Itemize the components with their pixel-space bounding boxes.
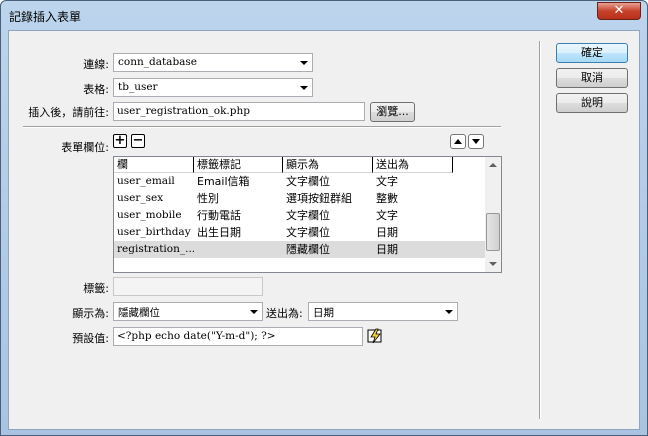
title-bar[interactable]: 記錄插入表單 ✕ — [1, 1, 647, 29]
cell-label: 出生日期 — [197, 226, 241, 239]
list-item[interactable]: user_birthday 出生日期 文字欄位 日期 — [114, 224, 486, 241]
add-field-button[interactable]: + — [113, 134, 127, 148]
list-item[interactable]: user_sex 性別 選項按鈕群組 整數 — [114, 190, 486, 207]
cell-column: registration_... — [117, 243, 194, 255]
connection-label: 連線: — [83, 58, 109, 71]
ok-button[interactable]: 確定 — [556, 43, 628, 63]
list-item-selected[interactable]: registration_... 隱藏欄位 日期 — [114, 241, 486, 258]
list-item[interactable]: user_mobile 行動電話 文字欄位 文字 — [114, 207, 486, 224]
separator — [23, 126, 501, 128]
window-title: 記錄插入表單 — [9, 10, 82, 24]
label-field-label: 標籤: — [83, 282, 109, 295]
default-value-input[interactable]: <?php echo date("Y-m-d"); ?> — [113, 327, 363, 346]
cell-submit: 文字 — [376, 209, 398, 222]
minus-icon: − — [132, 133, 144, 148]
scroll-down-icon[interactable] — [489, 262, 497, 266]
cell-submit: 日期 — [376, 226, 398, 239]
column-header-label[interactable]: 標籤標記 — [194, 157, 283, 173]
scroll-thumb[interactable] — [486, 213, 500, 251]
chevron-down-icon — [250, 310, 258, 314]
cell-label: 行動電話 — [197, 209, 241, 222]
close-button[interactable]: ✕ — [597, 2, 641, 20]
dialog-body: 連線: conn_database 表格: tb_user 插入後，請前往: u… — [8, 30, 640, 430]
cell-column: user_sex — [117, 192, 164, 204]
label-input[interactable] — [113, 277, 263, 296]
default-value-label: 預設值: — [72, 332, 109, 345]
close-icon: ✕ — [613, 3, 625, 18]
vertical-scrollbar[interactable] — [485, 157, 501, 272]
plus-icon: + — [114, 133, 126, 148]
cancel-button[interactable]: 取消 — [556, 68, 628, 88]
display-as-label: 顯示為: — [72, 307, 109, 320]
list-item[interactable]: user_email Email信箱 文字欄位 文字 — [114, 173, 486, 190]
separator — [539, 41, 541, 419]
cell-label: 性別 — [197, 192, 219, 205]
scroll-up-icon[interactable] — [489, 163, 497, 167]
cell-column: user_birthday — [117, 226, 191, 238]
cell-display: 隱藏欄位 — [286, 243, 330, 256]
dialog-window: 記錄插入表單 ✕ 連線: conn_database 表格: tb_user 插… — [0, 0, 648, 436]
lightning-icon[interactable] — [367, 328, 383, 344]
column-header-display[interactable]: 顯示為 — [283, 157, 373, 173]
cell-column: user_email — [117, 175, 175, 187]
cell-submit: 整數 — [376, 192, 398, 205]
form-fields-label: 表單欄位: — [61, 141, 109, 154]
table-label: 表格: — [83, 83, 109, 96]
after-insert-input[interactable]: user_registration_ok.php — [113, 102, 365, 121]
connection-value: conn_database — [118, 56, 198, 68]
cell-submit: 日期 — [376, 243, 398, 256]
move-down-button[interactable] — [468, 134, 484, 149]
cell-display: 文字欄位 — [286, 175, 330, 188]
submit-as-value: 日期 — [313, 307, 334, 319]
cell-submit: 文字 — [376, 175, 398, 188]
display-as-value: 隱藏欄位 — [118, 307, 160, 319]
table-value: tb_user — [118, 81, 158, 93]
remove-field-button[interactable]: − — [131, 134, 145, 148]
chevron-down-icon — [300, 61, 308, 65]
cell-display: 選項按鈕群組 — [286, 192, 352, 205]
cell-display: 文字欄位 — [286, 209, 330, 222]
cell-column: user_mobile — [117, 209, 182, 221]
column-header-column[interactable]: 欄 — [114, 157, 194, 173]
chevron-down-icon — [445, 310, 453, 314]
arrow-up-icon — [454, 139, 462, 144]
chevron-down-icon — [300, 86, 308, 90]
browse-button[interactable]: 瀏覽... — [370, 102, 415, 122]
cell-label: Email信箱 — [197, 175, 250, 188]
display-as-select[interactable]: 隱藏欄位 — [113, 302, 263, 321]
help-button[interactable]: 說明 — [556, 93, 628, 113]
submit-as-select[interactable]: 日期 — [308, 302, 458, 321]
move-up-button[interactable] — [450, 134, 466, 149]
list-header: 欄 標籤標記 顯示為 送出為 — [114, 157, 486, 173]
cell-label — [194, 241, 283, 258]
after-insert-label: 插入後，請前往: — [28, 106, 109, 119]
connection-select[interactable]: conn_database — [113, 53, 313, 72]
arrow-down-icon — [472, 139, 480, 144]
cell-display: 文字欄位 — [286, 226, 330, 239]
table-select[interactable]: tb_user — [113, 78, 313, 97]
submit-as-label: 送出為: — [266, 307, 303, 320]
column-header-submit[interactable]: 送出為 — [373, 157, 453, 173]
form-fields-list[interactable]: 欄 標籤標記 顯示為 送出為 user_email Email信箱 文字欄位 文… — [113, 156, 502, 273]
